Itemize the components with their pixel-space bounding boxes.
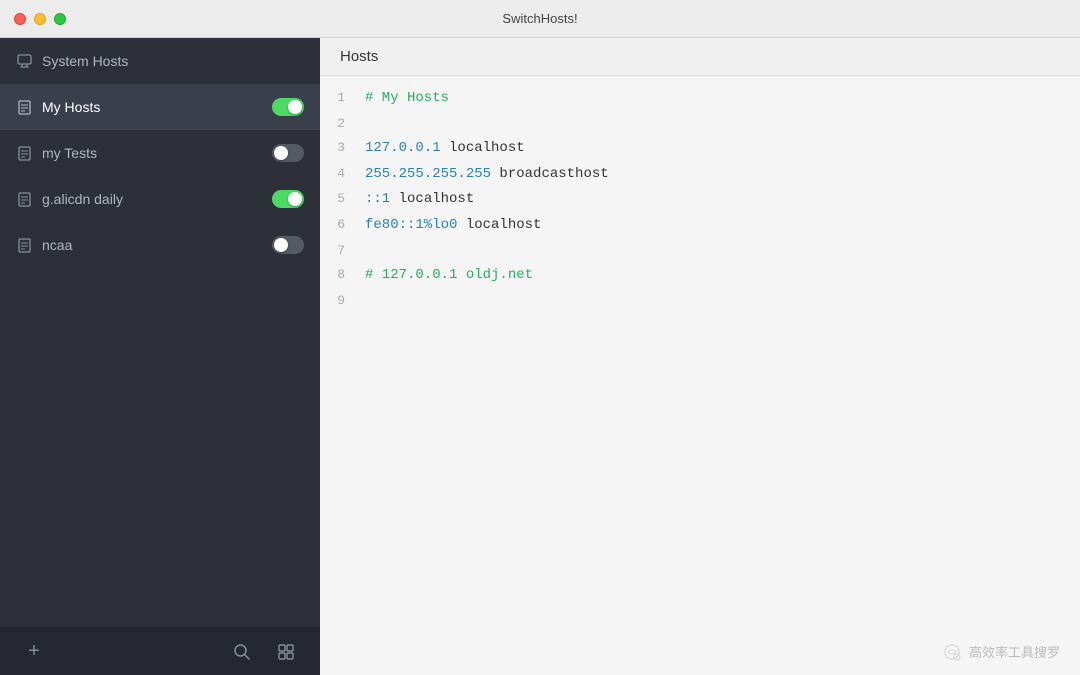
code-line-3: 3 127.0.0.1 localhost [320,136,1080,162]
my-hosts-toggle[interactable] [272,98,304,116]
toggle-knob [274,146,288,160]
my-tests-label: my Tests [42,145,272,161]
file-icon-my-hosts [16,99,32,115]
sidebar-item-system-hosts[interactable]: System Hosts [0,38,320,84]
line-content-1: # My Hosts [365,87,449,111]
my-hosts-label: My Hosts [42,99,272,115]
line-content-8: # 127.0.0.1 oldj.net [365,264,533,288]
minimize-button[interactable] [34,13,46,25]
sidebar-item-g-alicdn[interactable]: g.alicdn daily [0,176,320,222]
monitor-icon [16,53,32,69]
line-num-2: 2 [320,113,365,135]
editor-header: Hosts [320,38,1080,76]
line-content-5: ::1 localhost [365,188,474,212]
sidebar: System Hosts My Hosts [0,38,320,675]
file-icon-my-tests [16,145,32,161]
line-num-7: 7 [320,240,365,262]
line-num-8: 8 [320,264,365,286]
add-button[interactable]: + [20,638,48,666]
line-content-4: 255.255.255.255 broadcasthost [365,163,609,187]
editor-title: Hosts [340,48,378,65]
sidebar-toolbar: + [0,627,320,675]
g-alicdn-label: g.alicdn daily [42,191,272,207]
titlebar: SwitchHosts! [0,0,1080,38]
sidebar-items: System Hosts My Hosts [0,38,320,627]
search-button[interactable] [228,638,256,666]
main-content: System Hosts My Hosts [0,38,1080,675]
sidebar-item-my-tests[interactable]: my Tests [0,130,320,176]
editor-content[interactable]: 1 # My Hosts 2 3 127.0.0.1 localhost 4 2… [320,76,1080,675]
g-alicdn-toggle[interactable] [272,190,304,208]
app-title: SwitchHosts! [502,11,577,26]
my-tests-toggle[interactable] [272,144,304,162]
toggle-knob [274,238,288,252]
line-num-1: 1 [320,87,365,109]
ncaa-toggle[interactable] [272,236,304,254]
file-icon-g-alicdn [16,191,32,207]
file-icon-ncaa [16,237,32,253]
line-num-9: 9 [320,290,365,312]
line-content-3: 127.0.0.1 localhost [365,137,525,161]
code-line-2: 2 [320,112,1080,136]
toggle-knob [288,192,302,206]
ncaa-label: ncaa [42,237,272,253]
line-num-5: 5 [320,188,365,210]
toggle-knob [288,100,302,114]
line-content-6: fe80::1%lo0 localhost [365,214,541,238]
code-line-8: 8 # 127.0.0.1 oldj.net [320,263,1080,289]
code-line-6: 6 fe80::1%lo0 localhost [320,213,1080,239]
editor: Hosts 1 # My Hosts 2 3 127.0.0.1 localho… [320,38,1080,675]
watermark-text: 高效率工具搜罗 [969,642,1060,661]
line-num-4: 4 [320,163,365,185]
code-line-4: 4 255.255.255.255 broadcasthost [320,162,1080,188]
sidebar-item-ncaa[interactable]: ncaa [0,222,320,268]
window-controls [14,13,66,25]
code-line-7: 7 [320,239,1080,263]
watermark: 高效率工具搜罗 [943,642,1060,661]
maximize-button[interactable] [54,13,66,25]
line-num-3: 3 [320,137,365,159]
sidebar-item-my-hosts[interactable]: My Hosts [0,84,320,130]
system-hosts-label: System Hosts [42,53,304,69]
code-line-9: 9 [320,289,1080,313]
settings-button[interactable] [272,638,300,666]
close-button[interactable] [14,13,26,25]
code-line-1: 1 # My Hosts [320,86,1080,112]
line-num-6: 6 [320,214,365,236]
code-line-5: 5 ::1 localhost [320,187,1080,213]
